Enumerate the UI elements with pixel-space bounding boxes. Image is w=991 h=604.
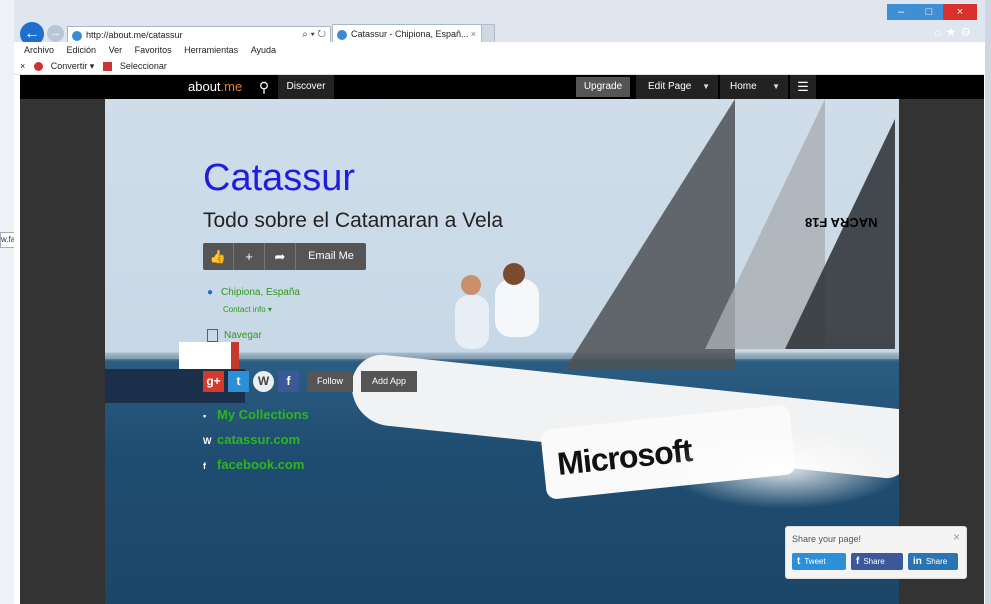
edit-page-button[interactable]: Edit Page ▼ (636, 75, 718, 99)
address-tools[interactable]: ⌕ ▾ ↻ (302, 27, 326, 43)
select-button[interactable]: Seleccionar (102, 61, 167, 72)
menu-herramientas[interactable]: Herramientas (184, 45, 238, 55)
link-facebook[interactable]: f facebook.com (203, 453, 309, 478)
minimize-icon[interactable]: – (887, 4, 915, 20)
linkedin-share-button[interactable]: in Share (908, 553, 958, 570)
tweet-button[interactable]: t Tweet (792, 553, 846, 570)
profile-links: ▪ My Collections Wcatassur.com f facebook.… (203, 403, 309, 478)
background-window-edge (0, 0, 15, 604)
sailor-1 (455, 295, 489, 349)
add-app-button[interactable]: Add App (361, 371, 418, 392)
profile-headline: Todo sobre el Catamaran a Vela (203, 209, 504, 232)
facebook-icon: f (203, 461, 206, 471)
email-me-button[interactable]: Email Me (296, 243, 366, 270)
sail-marking: NACRA F18 (805, 215, 878, 230)
location-pin-icon: ● (207, 287, 214, 298)
sailor-2-head (503, 263, 525, 285)
forward-arrow-icon[interactable]: → (47, 25, 64, 42)
menu-ver[interactable]: Ver (109, 45, 123, 55)
link-my-collections[interactable]: ▪ My Collections (203, 403, 309, 428)
convert-button[interactable]: Convertir ▾ (33, 61, 94, 72)
follow-button[interactable]: Follow (307, 371, 354, 392)
convert-icon (33, 62, 43, 72)
upgrade-button[interactable]: Upgrade (576, 77, 630, 97)
sail-dark (785, 119, 895, 349)
navegar-link[interactable]: Navegar (207, 329, 262, 342)
menu-ayuda[interactable]: Ayuda (251, 45, 276, 55)
wordpress-icon[interactable]: W (253, 371, 274, 392)
location[interactable]: ● Chipiona, España (207, 287, 300, 298)
menu-bar: Archivo Edición Ver Favoritos Herramient… (14, 42, 985, 58)
linkedin-icon: in (913, 556, 922, 567)
sailors (455, 263, 545, 355)
toolbar-icons[interactable]: ⌂★⚙ (934, 25, 975, 39)
hero-background: NACRA F18 Microsoft Catassur Todo sobre … (105, 99, 899, 604)
map-icon (207, 329, 218, 342)
twitter-icon: t (797, 556, 801, 567)
aboutme-logo[interactable]: about.me (188, 75, 242, 99)
tab-title: Catassur - Chipiona, Españ... (351, 29, 469, 39)
social-icons: g+ t W f Follow Add App (203, 371, 418, 392)
share-prompt: Share your page! (792, 534, 862, 544)
menu-edicion[interactable]: Edición (67, 45, 97, 55)
action-buttons: 👍 + ➦ Email Me (203, 243, 366, 270)
tab-favicon-icon (337, 29, 347, 40)
chevron-down-icon[interactable]: ▼ (702, 75, 710, 99)
facebook-share-button[interactable]: f Share (851, 553, 903, 570)
title-bar: – □ × ← → http://about.me/catassur ⌕ ▾ ↻… (14, 0, 985, 46)
google-plus-icon[interactable]: g+ (203, 371, 224, 392)
maximize-icon[interactable]: □ (915, 4, 943, 20)
share-panel: Share your page! × t Tweet f Share in Share (785, 526, 967, 579)
facebook-icon[interactable]: f (278, 371, 299, 392)
contact-info-link[interactable]: Contact info ▾ (223, 305, 272, 314)
cmd-close-icon[interactable]: × (20, 61, 25, 71)
window-controls: – □ × (887, 4, 977, 20)
close-icon[interactable]: × (943, 4, 977, 20)
facebook-icon: f (856, 556, 860, 567)
close-icon[interactable]: × (953, 530, 960, 544)
collections-icon: ▪ (203, 411, 207, 421)
command-bar: × Convertir ▾ Seleccionar (14, 58, 985, 75)
aboutme-topbar: about.me ⚲ Discover Upgrade Edit Page ▼ H… (20, 75, 984, 99)
wordpress-icon: W (203, 436, 212, 446)
sailor-2 (495, 279, 539, 337)
page-content: about.me ⚲ Discover Upgrade Edit Page ▼ H… (20, 75, 984, 604)
site-favicon-icon (72, 30, 82, 41)
chevron-down-icon[interactable]: ▼ (772, 75, 780, 99)
link-catassur[interactable]: Wcatassur.com (203, 428, 309, 453)
water-spray (665, 429, 899, 509)
right-edge (985, 0, 991, 604)
search-icon[interactable]: ⚲ (252, 75, 276, 99)
new-tab-button[interactable] (481, 24, 495, 44)
address-url: http://about.me/catassur (86, 30, 183, 40)
browser-window: – □ × ← → http://about.me/catassur ⌕ ▾ ↻… (14, 0, 985, 604)
browser-tab[interactable]: Catassur - Chipiona, Españ... × (332, 24, 482, 44)
profile-name: Catassur (203, 157, 356, 199)
home-button[interactable]: Home ▼ (720, 75, 788, 99)
select-icon (102, 62, 112, 72)
sailor-1-head (461, 275, 481, 295)
twitter-icon[interactable]: t (228, 371, 249, 392)
menu-icon[interactable]: ☰ (790, 75, 816, 99)
plus-icon[interactable]: + (234, 243, 265, 270)
share-arrow-icon[interactable]: ➦ (265, 243, 296, 270)
thumbs-up-icon[interactable]: 👍 (203, 243, 234, 270)
ship-superstructure (179, 342, 239, 370)
menu-favoritos[interactable]: Favoritos (135, 45, 172, 55)
menu-archivo[interactable]: Archivo (24, 45, 54, 55)
discover-button[interactable]: Discover (278, 75, 334, 99)
